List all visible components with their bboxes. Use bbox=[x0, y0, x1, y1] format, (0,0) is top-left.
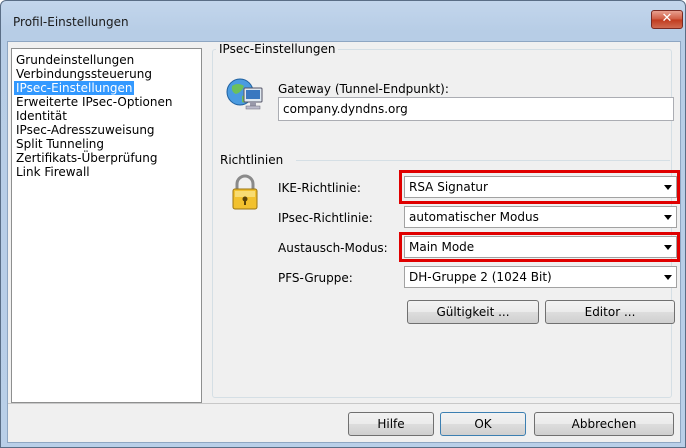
pfs-group-dropdown[interactable]: DH-Gruppe 2 (1024 Bit) bbox=[404, 266, 677, 288]
gateway-field[interactable]: company.dyndns.org bbox=[278, 97, 674, 121]
nav-item-ipsec-einstellungen[interactable]: IPsec-Einstellungen bbox=[14, 81, 135, 95]
nav-item-grundeinstellungen[interactable]: Grundeinstellungen bbox=[14, 53, 136, 67]
settings-category-list[interactable]: Grundeinstellungen Verbindungssteuerung … bbox=[11, 48, 202, 403]
nav-item-link-firewall[interactable]: Link Firewall bbox=[14, 165, 92, 179]
nav-item-ipsec-adresszuweisung[interactable]: IPsec-Adresszuweisung bbox=[14, 123, 157, 137]
title-bar[interactable]: Profil-Einstellungen ✕ bbox=[1, 1, 685, 41]
help-button[interactable]: Hilfe bbox=[348, 412, 434, 436]
nav-item-split-tunneling[interactable]: Split Tunneling bbox=[14, 137, 106, 151]
pfs-group-label: PFS-Gruppe: bbox=[278, 271, 353, 285]
ipsec-policy-label: IPsec-Richtlinie: bbox=[278, 211, 373, 225]
ike-policy-highlight bbox=[399, 170, 680, 204]
pfs-group-value: DH-Gruppe 2 (1024 Bit) bbox=[409, 270, 552, 284]
validity-button[interactable]: Gültigkeit ... bbox=[407, 300, 539, 324]
ipsec-policy-value: automatischer Modus bbox=[409, 210, 539, 224]
close-icon: ✕ bbox=[661, 11, 673, 26]
ipsec-settings-group-title: IPsec-Einstellungen bbox=[216, 42, 339, 56]
close-button[interactable]: ✕ bbox=[651, 10, 683, 29]
chevron-down-icon bbox=[664, 275, 672, 280]
window-title: Profil-Einstellungen bbox=[13, 15, 129, 29]
policies-group-title: Richtlinien bbox=[220, 153, 284, 167]
cancel-button[interactable]: Abbrechen bbox=[534, 412, 674, 436]
padlock-icon bbox=[232, 174, 258, 210]
dialog-footer: Hilfe OK Abbrechen bbox=[8, 404, 680, 442]
policies-divider bbox=[296, 160, 670, 161]
editor-button[interactable]: Editor ... bbox=[545, 300, 675, 324]
gateway-label: Gateway (Tunnel-Endpunkt): bbox=[278, 82, 449, 96]
ike-policy-label: IKE-Richtlinie: bbox=[278, 181, 361, 195]
ipsec-policy-dropdown[interactable]: automatischer Modus bbox=[404, 206, 677, 228]
chevron-down-icon bbox=[664, 215, 672, 220]
settings-panel: IPsec-Einstellungen Gateway (Tunnel-Endp… bbox=[206, 42, 680, 403]
network-computer-icon bbox=[224, 74, 264, 114]
dialog-window: Profil-Einstellungen ✕ Grundeinstellunge… bbox=[0, 0, 686, 448]
exchange-mode-highlight bbox=[399, 232, 680, 262]
ok-button[interactable]: OK bbox=[440, 412, 526, 436]
nav-item-verbindungssteuerung[interactable]: Verbindungssteuerung bbox=[14, 67, 154, 81]
nav-item-erweiterte-ipsec-optionen[interactable]: Erweiterte IPsec-Optionen bbox=[14, 95, 174, 109]
nav-item-identitaet[interactable]: Identität bbox=[14, 109, 69, 123]
dialog-client-area: Grundeinstellungen Verbindungssteuerung … bbox=[7, 41, 681, 443]
nav-item-zertifikats-ueberpruefung[interactable]: Zertifikats-Überprüfung bbox=[14, 151, 159, 165]
exchange-mode-label: Austausch-Modus: bbox=[278, 241, 388, 255]
